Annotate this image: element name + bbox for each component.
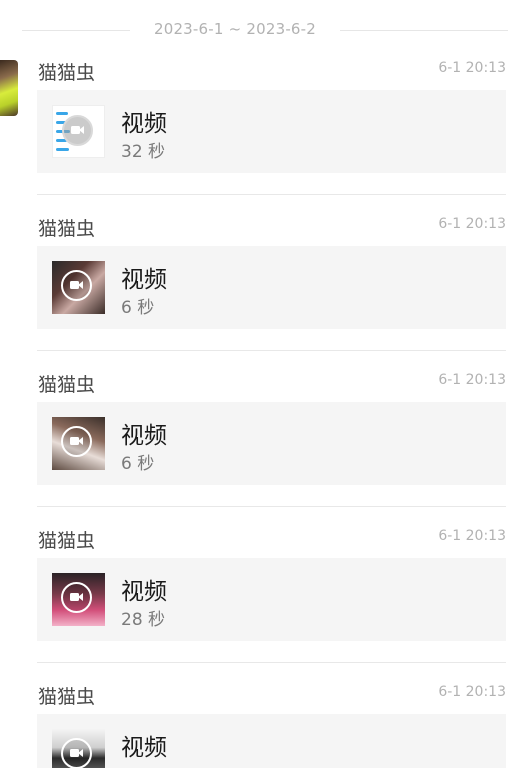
video-thumbnail[interactable] [52,417,105,470]
message-time: 6-1 20:13 [438,60,506,76]
video-camera-icon [61,270,92,301]
video-label: 视频 [121,579,167,605]
entry-divider [37,350,506,351]
entry-divider [37,662,506,663]
thumbnail-line [56,148,69,151]
video-label: 视频 [121,111,167,137]
avatar[interactable] [0,60,18,116]
video-label: 视频 [121,735,167,761]
video-label: 视频 [121,423,167,449]
video-thumbnail[interactable] [52,573,105,626]
video-thumbnail[interactable] [52,261,105,314]
video-duration: 6 秒 [121,298,155,318]
video-camera-icon [62,115,93,146]
video-thumbnail[interactable] [52,729,105,768]
video-message-card[interactable]: 视频 32 秒 [37,90,506,173]
message-time: 6-1 20:13 [438,528,506,544]
sender-name: 猫猫虫 [38,374,96,396]
message-time: 6-1 20:13 [438,684,506,700]
date-divider-right [340,30,508,31]
video-duration: 28 秒 [121,610,166,630]
video-message-card[interactable]: 视频 6 秒 [37,402,506,485]
video-camera-icon [61,426,92,457]
date-divider-left [22,30,130,31]
video-thumbnail[interactable] [52,105,105,158]
video-message-card[interactable]: 视频 [37,714,506,768]
message-time: 6-1 20:13 [438,216,506,232]
video-duration: 32 秒 [121,142,166,162]
video-camera-icon [61,582,92,613]
video-camera-icon [61,738,92,768]
video-duration: 6 秒 [121,454,155,474]
entry-divider [37,194,506,195]
video-label: 视频 [121,267,167,293]
video-message-card[interactable]: 视频 6 秒 [37,246,506,329]
sender-name: 猫猫虫 [38,686,96,708]
date-range-label: 2023-6-1 ~ 2023-6-2 [153,20,317,38]
date-range-header: 2023-6-1 ~ 2023-6-2 [0,18,531,42]
thumbnail-line [56,112,68,115]
message-time: 6-1 20:13 [438,372,506,388]
sender-name: 猫猫虫 [38,62,96,84]
entry-divider [37,506,506,507]
sender-name: 猫猫虫 [38,530,96,552]
sender-name: 猫猫虫 [38,218,96,240]
video-message-card[interactable]: 视频 28 秒 [37,558,506,641]
chat-history-page: 2023-6-1 ~ 2023-6-2 猫猫虫 6-1 20:13 视频 32 … [0,0,531,768]
